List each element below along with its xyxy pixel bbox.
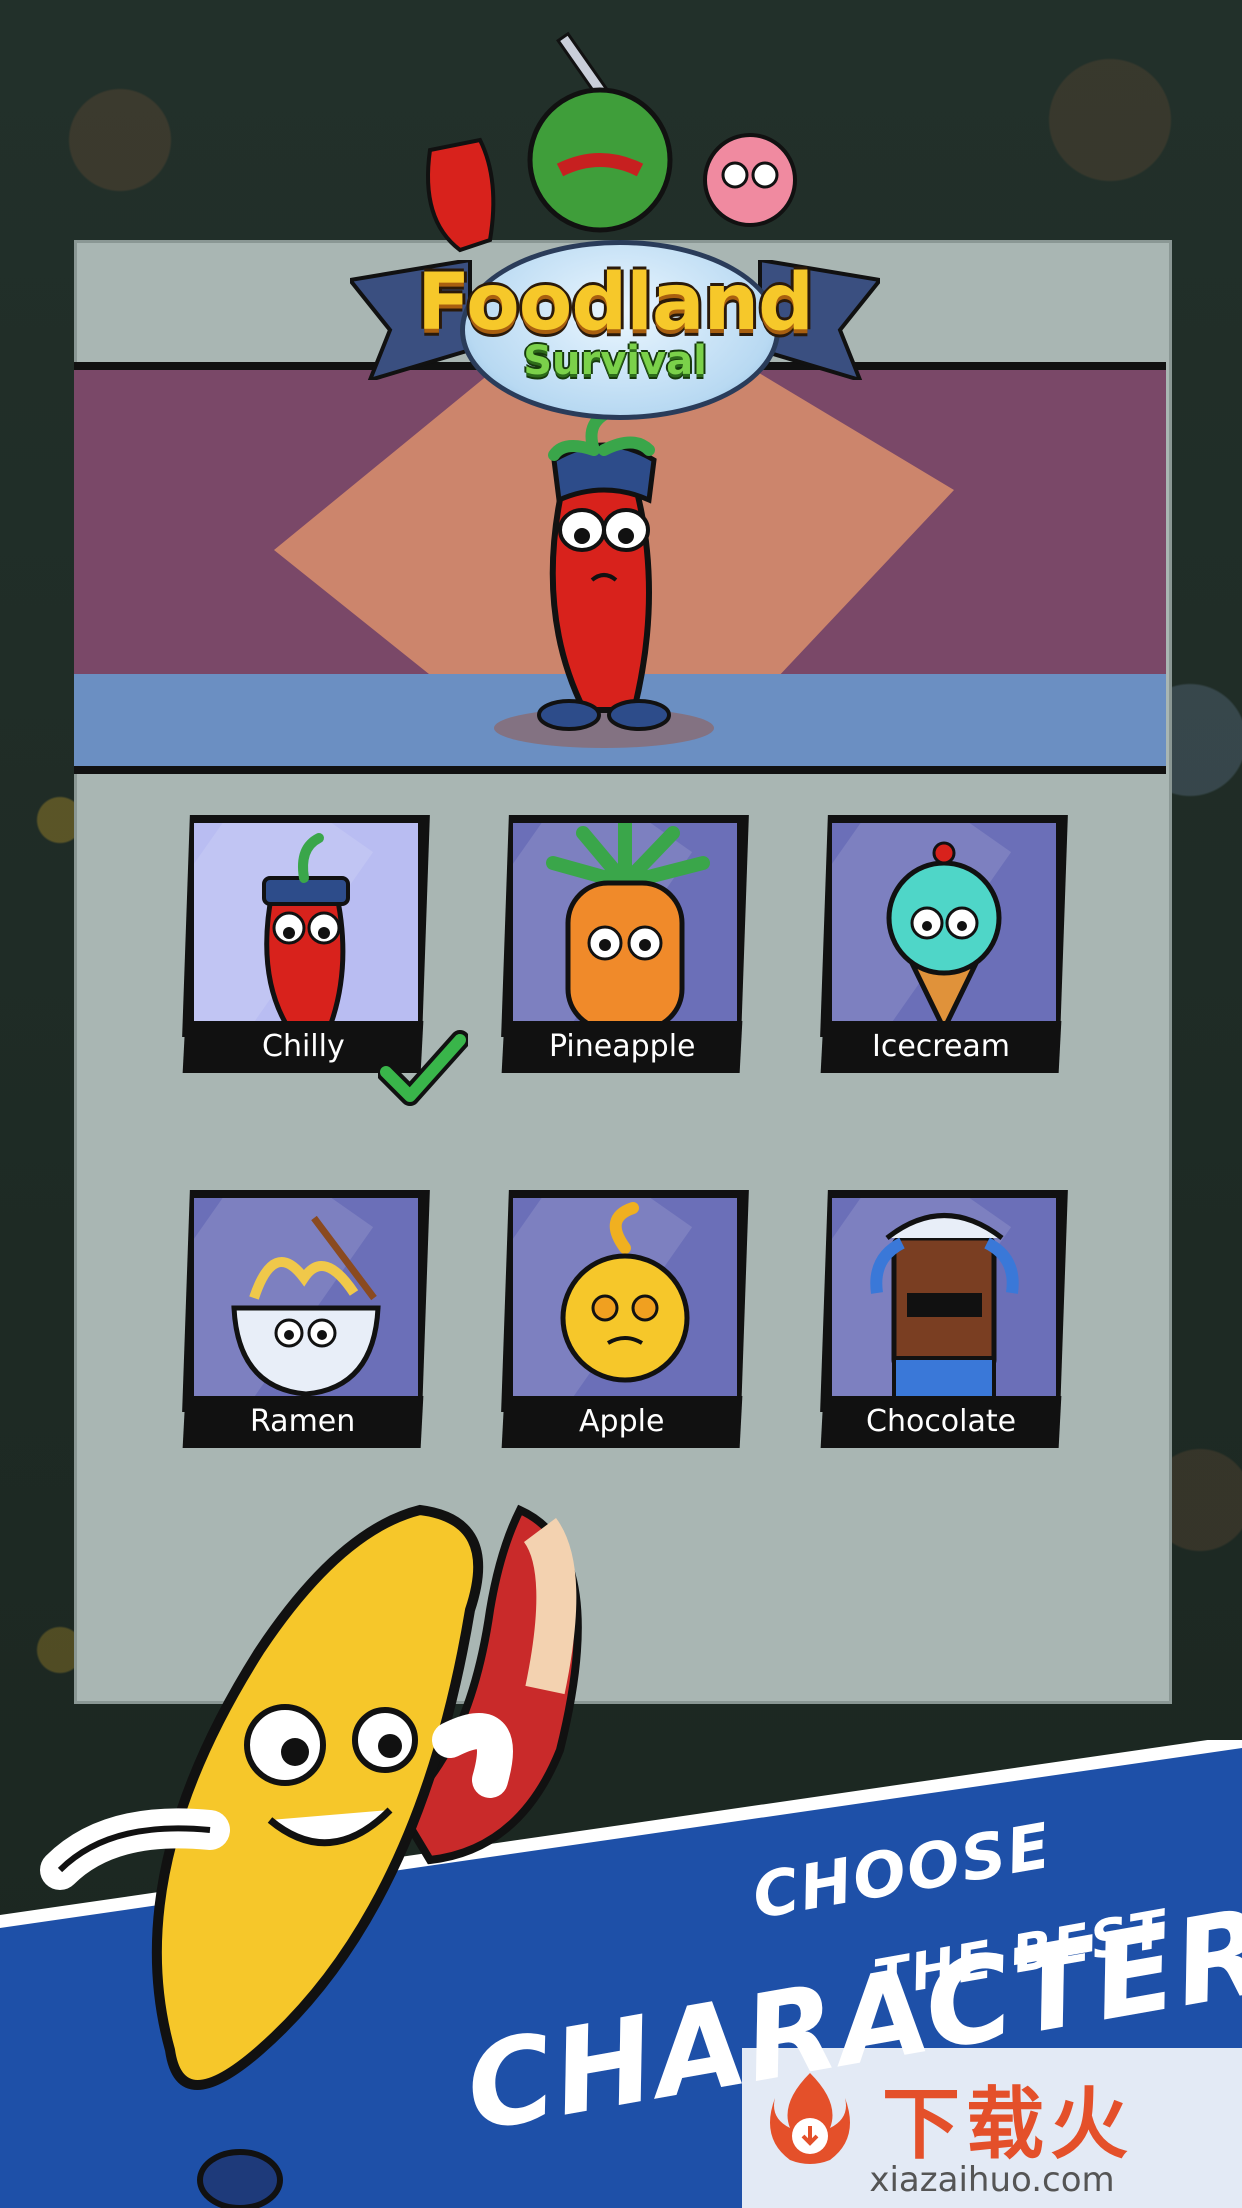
card-label: Ramen [182,1396,424,1448]
featured-character-stage [74,362,1166,774]
character-card-icecream[interactable]: Icecream [820,815,1068,1075]
ramen-portrait [231,1215,381,1397]
card-label: Icecream [820,1021,1062,1073]
watermark: 下载火 xiazaihuo.com [742,2048,1242,2208]
card-background [832,823,1056,1029]
watermark-brand: 下载火 [882,2080,1135,2170]
character-card-ramen[interactable]: Ramen [182,1190,430,1450]
pineapple-portrait [546,823,710,1029]
character-card-apple[interactable]: Apple [501,1190,749,1450]
card-background [194,1198,418,1404]
watermark-url: xiazaihuo.com [869,2160,1115,2200]
logo-subtitle: Survival [523,338,707,384]
card-background [194,823,418,1029]
card-label: Chocolate [820,1396,1062,1448]
banana-mascot [40,1504,582,2208]
character-card-chocolate[interactable]: Chocolate [820,1190,1068,1450]
apple-portrait [560,1202,690,1383]
card-label: Pineapple [501,1021,743,1073]
flame-logo-icon [770,2073,850,2164]
chilly-portrait [262,833,350,1029]
selected-check-icon [378,1030,468,1106]
character-card-pineapple[interactable]: Pineapple [501,815,749,1075]
card-background [832,1198,1056,1404]
featured-chilly-character [494,410,714,748]
card-background [513,823,737,1029]
card-label: Apple [501,1396,743,1448]
chocolate-portrait [870,1213,1019,1400]
icecream-portrait [886,841,1002,1029]
game-logo: Foodland Survival [350,30,880,420]
logo-title: Foodland [417,258,814,348]
card-background [513,1198,737,1404]
